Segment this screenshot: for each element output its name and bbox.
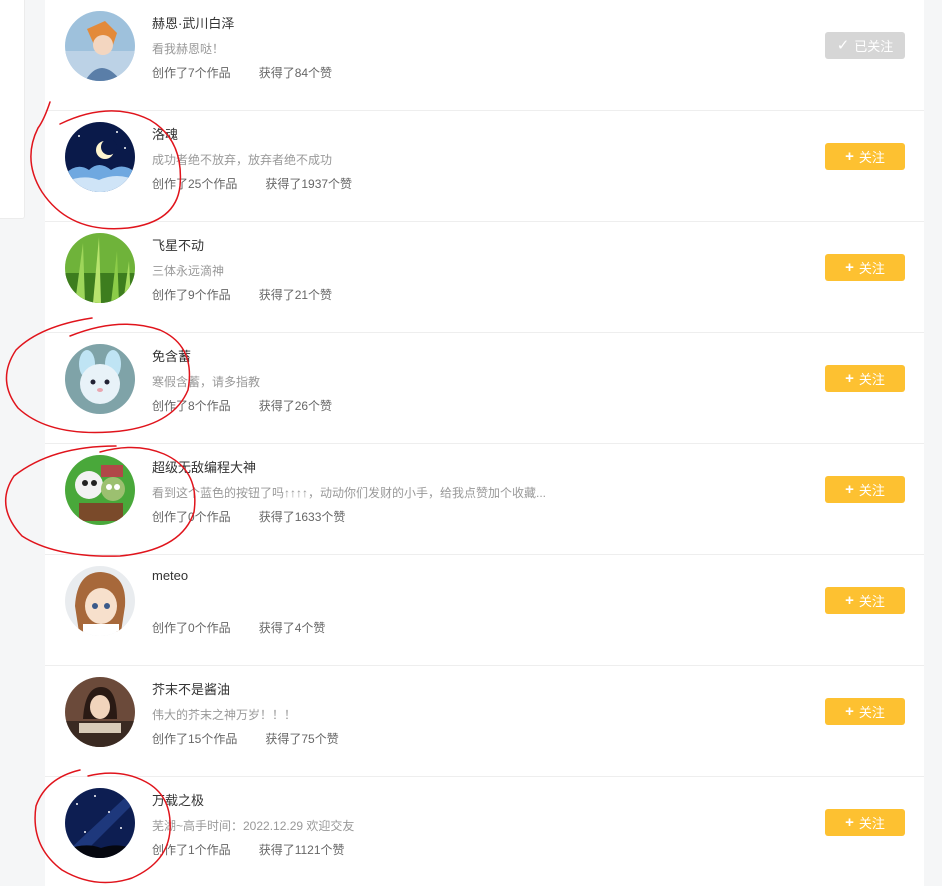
avatar-anime-boy-image [65, 11, 135, 81]
user-bio: 三体永远滴神 [152, 264, 225, 278]
user-row: meteo 创作了0个作品 获得了4个赞 + 关注 [45, 555, 924, 666]
button-label: 关注 [858, 483, 885, 498]
left-panel-edge [0, 0, 25, 219]
button-label: 关注 [858, 261, 885, 276]
page: 赫恩·武川白泽 看我赫恩哒！ 创作了7个作品 获得了84个赞 ✓ 已关注 洛魂 … [0, 0, 942, 886]
plus-icon: + [845, 148, 854, 165]
user-name[interactable]: 免含蓄 [152, 346, 191, 365]
check-icon: ✓ [836, 37, 850, 54]
follow-button[interactable]: + 关注 [825, 365, 905, 392]
user-row: 飞星不动 三体永远滴神 创作了9个作品 获得了21个赞 + 关注 [45, 222, 924, 333]
works-count: 创作了9个作品 [152, 288, 231, 302]
likes-count: 获得了4个赞 [258, 621, 326, 635]
user-stats: 创作了0个作品 获得了1633个赞 [152, 508, 373, 525]
avatar-zombie-image [65, 455, 135, 525]
works-count: 创作了7个作品 [152, 66, 231, 80]
avatar-grass-image [65, 233, 135, 303]
button-label: 已关注 [854, 39, 894, 54]
likes-count: 获得了84个赞 [258, 66, 333, 80]
user-name[interactable]: 万载之极 [152, 790, 204, 809]
button-label: 关注 [858, 705, 885, 720]
user-stats: 创作了1个作品 获得了1121个赞 [152, 841, 373, 858]
user-bio: 伟大的芥末之神万岁！！！ [152, 708, 297, 722]
button-label: 关注 [858, 594, 885, 609]
likes-count: 获得了1121个赞 [258, 843, 345, 857]
user-bio: 看到这个蓝色的按钮了吗↑↑↑↑，动动你们发财的小手，给我点赞加个收藏... [152, 486, 547, 500]
works-count: 创作了8个作品 [152, 399, 231, 413]
follow-button[interactable]: + 关注 [825, 698, 905, 725]
user-stats: 创作了15个作品 获得了75个赞 [152, 730, 367, 747]
follow-button[interactable]: + 关注 [825, 587, 905, 614]
works-count: 创作了25个作品 [152, 177, 238, 191]
button-label: 关注 [858, 372, 885, 387]
plus-icon: + [845, 703, 854, 720]
plus-icon: + [845, 481, 854, 498]
follow-button[interactable]: + 关注 [825, 476, 905, 503]
likes-count: 获得了26个赞 [258, 399, 333, 413]
avatar-starry-sky-image [65, 788, 135, 858]
avatar-reading-girl-image [65, 677, 135, 747]
user-bio: 寒假含蓄，请多指教 [152, 375, 261, 389]
likes-count: 获得了1937个赞 [265, 177, 353, 191]
user-stats: 创作了0个作品 获得了4个赞 [152, 619, 353, 636]
follow-button[interactable]: + 关注 [825, 143, 905, 170]
user-row: 洛魂 成功者绝不放弃，放弃者绝不成功 创作了25个作品 获得了1937个赞 + 关注 [45, 111, 924, 222]
avatar[interactable] [65, 233, 135, 303]
works-count: 创作了0个作品 [152, 510, 231, 524]
user-stats: 创作了8个作品 获得了26个赞 [152, 397, 360, 414]
avatar[interactable] [65, 455, 135, 525]
plus-icon: + [845, 259, 854, 276]
avatar-bunny-image [65, 344, 135, 414]
works-count: 创作了0个作品 [152, 621, 231, 635]
avatar[interactable] [65, 122, 135, 192]
followed-button[interactable]: ✓ 已关注 [825, 32, 905, 59]
user-list: 赫恩·武川白泽 看我赫恩哒！ 创作了7个作品 获得了84个赞 ✓ 已关注 洛魂 … [45, 0, 924, 886]
user-stats: 创作了25个作品 获得了1937个赞 [152, 175, 380, 192]
user-name[interactable]: 芥末不是酱油 [152, 679, 230, 698]
avatar[interactable] [65, 677, 135, 747]
user-stats: 创作了9个作品 获得了21个赞 [152, 286, 360, 303]
plus-icon: + [845, 370, 854, 387]
likes-count: 获得了21个赞 [258, 288, 333, 302]
avatar-moon-night-image [65, 122, 135, 192]
user-name[interactable]: 赫恩·武川白泽 [152, 13, 234, 32]
button-label: 关注 [858, 816, 885, 831]
likes-count: 获得了75个赞 [265, 732, 339, 746]
user-row: 万载之极 芜湖~高手时间：2022.12.29 欢迎交友 创作了1个作品 获得了1… [45, 777, 924, 886]
user-row: 超级无敌编程大神 看到这个蓝色的按钮了吗↑↑↑↑，动动你们发财的小手，给我点赞加… [45, 444, 924, 555]
works-count: 创作了15个作品 [152, 732, 238, 746]
user-stats: 创作了7个作品 获得了84个赞 [152, 64, 360, 81]
user-row: 免含蓄 寒假含蓄，请多指教 创作了8个作品 获得了26个赞 + 关注 [45, 333, 924, 444]
user-name[interactable]: 洛魂 [152, 124, 178, 143]
follow-button[interactable]: + 关注 [825, 254, 905, 281]
user-row: 赫恩·武川白泽 看我赫恩哒！ 创作了7个作品 获得了84个赞 ✓ 已关注 [45, 0, 924, 111]
works-count: 创作了1个作品 [152, 843, 231, 857]
avatar[interactable] [65, 344, 135, 414]
user-row: 芥末不是酱油 伟大的芥末之神万岁！！！ 创作了15个作品 获得了75个赞 + 关注 [45, 666, 924, 777]
user-bio: 芜湖~高手时间：2022.12.29 欢迎交友 [152, 819, 355, 833]
avatar[interactable] [65, 788, 135, 858]
user-name[interactable]: meteo [152, 568, 188, 583]
button-label: 关注 [858, 150, 885, 165]
user-name[interactable]: 超级无敌编程大神 [152, 457, 256, 476]
plus-icon: + [845, 814, 854, 831]
user-bio: 成功者绝不放弃，放弃者绝不成功 [152, 153, 333, 167]
avatar[interactable] [65, 11, 135, 81]
user-name[interactable]: 飞星不动 [152, 235, 204, 254]
avatar[interactable] [65, 566, 135, 636]
plus-icon: + [845, 592, 854, 609]
follow-button[interactable]: + 关注 [825, 809, 905, 836]
likes-count: 获得了1633个赞 [258, 510, 346, 524]
avatar-anime-girl-image [65, 566, 135, 636]
user-bio: 看我赫恩哒！ [152, 42, 225, 56]
